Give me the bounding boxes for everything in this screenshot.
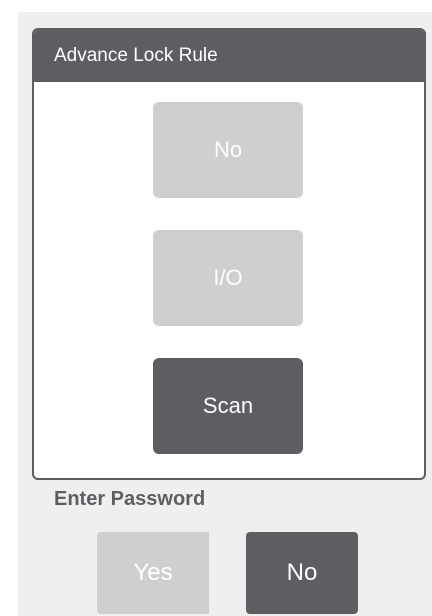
enter-password-label: Enter Password bbox=[54, 488, 206, 510]
lock-rule-scan-label: Scan bbox=[202, 393, 254, 418]
lock-rule-io-button[interactable]: I/O bbox=[153, 230, 303, 326]
settings-screen: Advance Lock Rule No I/O Scan Enter Pass… bbox=[18, 12, 432, 616]
password-yes-button[interactable]: Yes bbox=[97, 532, 209, 614]
password-no-button[interactable]: No bbox=[246, 532, 358, 614]
lock-rule-no-button[interactable]: No bbox=[153, 102, 303, 198]
password-no-label: No bbox=[286, 559, 318, 586]
password-yes-label: Yes bbox=[133, 559, 173, 586]
advance-lock-rule-panel: Advance Lock Rule No I/O Scan bbox=[32, 28, 426, 480]
lock-rule-io-label: I/O bbox=[213, 265, 243, 290]
panel-title: Advance Lock Rule bbox=[34, 30, 424, 82]
lock-rule-scan-button[interactable]: Scan bbox=[153, 358, 303, 454]
lock-rule-no-label: No bbox=[213, 137, 243, 162]
